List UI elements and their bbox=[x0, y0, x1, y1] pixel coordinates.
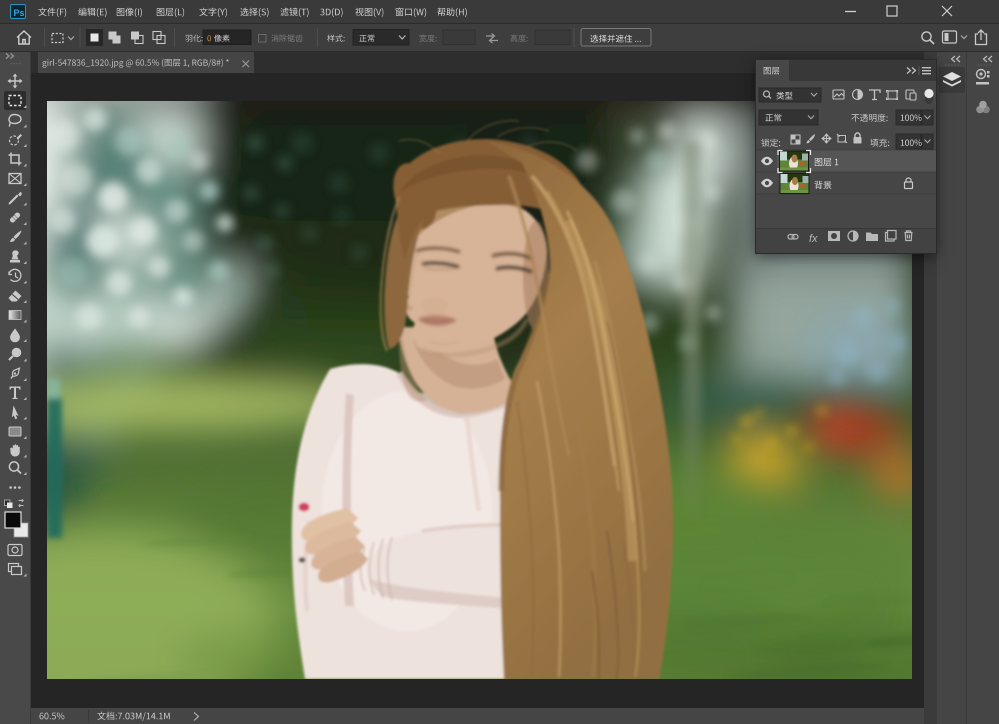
svg-text:Ps: Ps bbox=[13, 8, 24, 18]
svg-text:fx: fx bbox=[809, 233, 818, 245]
